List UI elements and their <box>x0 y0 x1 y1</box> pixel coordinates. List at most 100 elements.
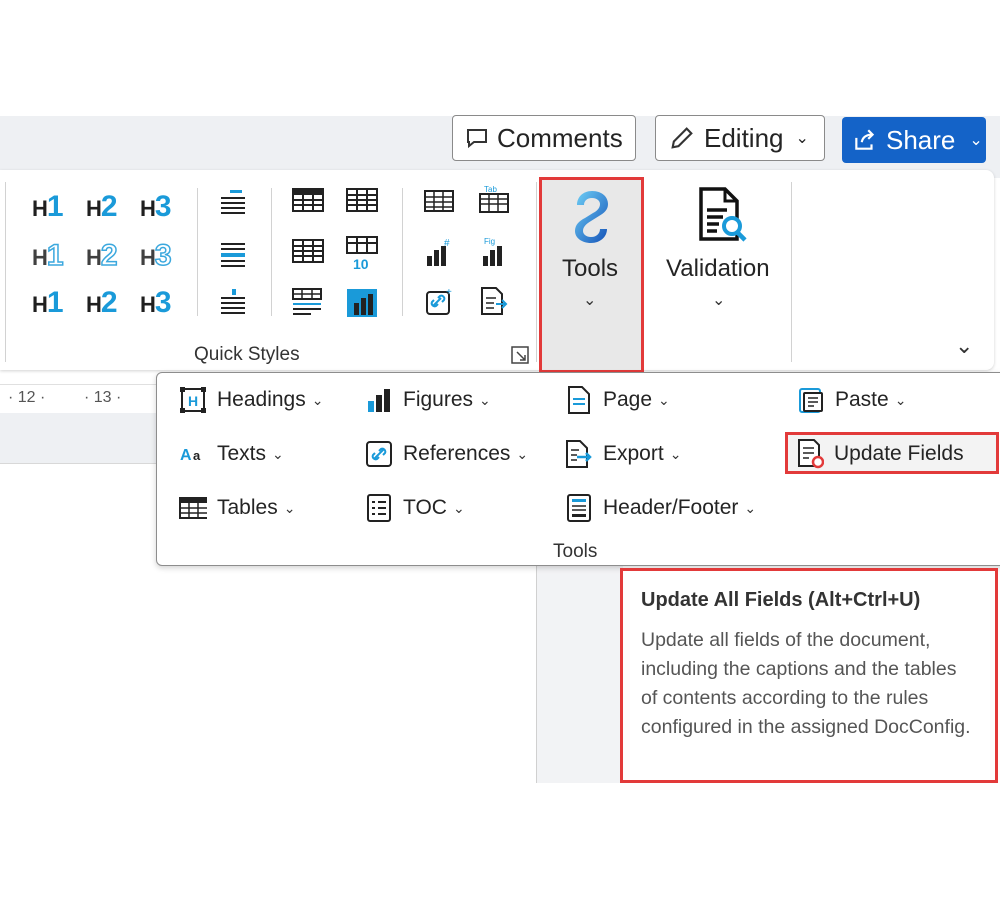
tables-menu[interactable]: Tables ⌄ <box>179 491 295 525</box>
chevron-down-icon: ⌄ <box>583 292 597 309</box>
chevron-down-icon: ⌄ <box>744 499 757 516</box>
chevron-down-icon: ⌄ <box>311 391 324 408</box>
export-menu[interactable]: Export ⌄ <box>565 437 681 471</box>
toc-icon <box>367 494 391 522</box>
figures-label: Figures <box>403 388 474 411</box>
pencil-icon <box>671 127 693 149</box>
share-button[interactable]: Share ⌄ <box>842 117 986 163</box>
tooltip-title: Update All Fields (Alt+Ctrl+U) <box>641 589 921 611</box>
page-menu[interactable]: Page ⌄ <box>565 383 670 417</box>
divider <box>536 182 537 362</box>
validation-icon[interactable] <box>695 186 749 244</box>
heading-3-outline-style[interactable]: H3 <box>140 240 172 272</box>
table-style-icon[interactable] <box>292 188 324 214</box>
svg-text:a: a <box>193 448 201 463</box>
paragraph-list-icon[interactable] <box>218 288 248 318</box>
heading-icon: H <box>180 387 206 413</box>
comment-icon <box>467 129 487 149</box>
export-label: Export <box>603 442 664 465</box>
figures-menu[interactable]: Figures ⌄ <box>365 383 491 417</box>
divider <box>5 182 6 362</box>
svg-text:A: A <box>180 447 192 464</box>
divider <box>402 188 403 316</box>
toc-label: TOC <box>403 496 447 519</box>
page-icon <box>568 386 590 414</box>
comments-label: Comments <box>497 122 623 153</box>
validation-label[interactable]: Validation <box>666 255 770 283</box>
chevron-down-icon: ⌄ <box>516 445 529 462</box>
ruler-mark: · 12 · <box>8 389 46 406</box>
chevron-down-icon: ⌄ <box>283 499 296 516</box>
figure-label-icon[interactable]: Fig <box>478 236 512 268</box>
table-number-icon[interactable] <box>424 188 456 214</box>
headings-menu[interactable]: H Headings ⌄ <box>179 383 323 417</box>
table-caption-icon[interactable]: 10 <box>346 236 380 270</box>
heading-3-style[interactable]: H3 <box>140 192 172 222</box>
update-fields-icon <box>798 439 824 469</box>
heading-1-style[interactable]: H1 <box>32 192 64 222</box>
paste-menu[interactable]: Paste ⌄ <box>797 383 906 417</box>
chevron-down-icon: ⌄ <box>795 130 809 147</box>
references-label: References <box>403 442 511 465</box>
heading-3-numbered-style[interactable]: H3 <box>140 288 172 318</box>
toc-menu[interactable]: TOC ⌄ <box>365 491 465 525</box>
header-footer-icon <box>567 494 591 522</box>
svg-text:H: H <box>188 393 198 409</box>
chevron-down-icon: ⌄ <box>479 391 491 408</box>
paragraph-style-icon[interactable] <box>218 188 248 218</box>
tools-group-label: Tools <box>553 541 598 562</box>
ruler-mark: · 13 · <box>84 389 122 406</box>
ribbon-expand-chevron-icon[interactable]: ⌄ <box>955 333 973 359</box>
editing-label: Editing <box>704 122 784 153</box>
dialog-launcher-icon[interactable] <box>511 346 529 364</box>
paste-icon <box>799 388 823 413</box>
paragraph-centered-icon[interactable] <box>218 240 248 270</box>
quick-styles-group-label: Quick Styles <box>194 344 300 365</box>
heading-1-outline-style[interactable]: H1 <box>32 240 64 272</box>
update-fields-label: Update Fields <box>834 442 964 465</box>
heading-1-numbered-style[interactable]: H1 <box>32 288 64 318</box>
heading-2-outline-style[interactable]: H2 <box>86 240 118 272</box>
divider <box>197 188 198 316</box>
document-arrow-icon[interactable] <box>478 286 510 318</box>
tools-label: Tools <box>562 255 619 282</box>
heading-2-style[interactable]: H2 <box>86 192 118 222</box>
divider <box>271 188 272 316</box>
document-side-area <box>536 565 623 783</box>
table-label-icon[interactable]: Tab <box>478 184 512 214</box>
chevron-down-icon: ⌄ <box>712 292 726 309</box>
chevron-down-icon: ⌄ <box>658 391 670 408</box>
heading-2-numbered-style[interactable]: H2 <box>86 288 118 318</box>
svg-text:+: + <box>446 287 452 298</box>
export-icon <box>566 440 592 468</box>
update-fields-item[interactable]: Update Fields <box>796 437 964 471</box>
chart-box-icon[interactable] <box>346 288 378 318</box>
share-label: Share <box>886 124 956 155</box>
references-menu[interactable]: References ⌄ <box>365 437 528 471</box>
table-text-icon[interactable] <box>292 288 324 318</box>
chevron-down-icon: ⌄ <box>969 132 983 149</box>
share-icon <box>855 129 875 150</box>
ruler: · 12 · · 13 · <box>0 384 160 415</box>
tooltip-body: Update all fields of the document, inclu… <box>641 629 971 738</box>
cross-reference-icon[interactable]: + <box>424 286 456 318</box>
tables-label: Tables <box>217 496 278 519</box>
update-fields-tooltip: Update All Fields (Alt+Ctrl+U) Update al… <box>620 568 998 783</box>
table-icon <box>179 497 207 519</box>
comments-button[interactable]: Comments <box>452 115 636 161</box>
texts-label: Texts <box>217 442 267 465</box>
chevron-down-icon: ⌄ <box>452 499 465 516</box>
table-plain-icon[interactable] <box>346 188 378 214</box>
figure-icon <box>368 389 390 412</box>
texts-menu[interactable]: Aa Texts ⌄ <box>179 437 284 471</box>
header-footer-label: Header/Footer <box>603 496 739 519</box>
text-icon: Aa <box>180 447 201 464</box>
table-header-icon[interactable] <box>292 239 324 265</box>
figure-number-icon[interactable]: # <box>424 236 456 268</box>
svg-text:Tab: Tab <box>484 185 497 194</box>
paste-label: Paste <box>835 388 889 411</box>
editing-button[interactable]: Editing ⌄ <box>655 115 825 161</box>
tools-logo-icon <box>575 191 608 243</box>
divider <box>791 182 792 362</box>
header-footer-menu[interactable]: Header/Footer ⌄ <box>565 491 756 525</box>
